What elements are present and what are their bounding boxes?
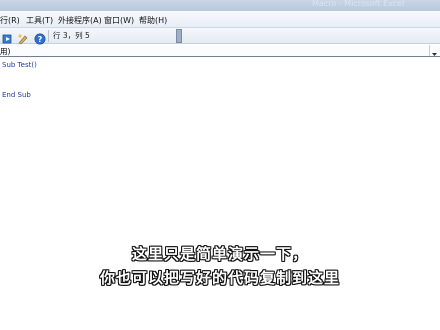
cursor-position: 行 3，列 5 bbox=[53, 31, 90, 40]
run-icon[interactable] bbox=[2, 30, 14, 44]
code-editor[interactable]: Sub Test() End Sub bbox=[0, 58, 440, 330]
menu-item-window[interactable]: 窗口(W) bbox=[104, 15, 134, 26]
code-line[interactable]: End Sub bbox=[2, 91, 31, 99]
svg-text:?: ? bbox=[38, 35, 43, 44]
toolbar-separator bbox=[48, 30, 49, 42]
procedure-combo-dropdown[interactable] bbox=[429, 45, 438, 56]
design-icon[interactable] bbox=[17, 30, 29, 45]
help-icon[interactable]: ? bbox=[34, 30, 46, 45]
video-subtitle-line-2: 你也可以把写好的代码复制到这里 bbox=[99, 269, 340, 287]
toolbar-grip[interactable] bbox=[176, 29, 182, 43]
window-titlebar: Macro - Microsoft Excel bbox=[0, 0, 440, 11]
menu-item-help[interactable]: 帮助(H) bbox=[139, 15, 167, 26]
object-combo[interactable]: 用) bbox=[0, 46, 10, 57]
menu-item-run[interactable]: 行(R) bbox=[0, 15, 20, 26]
menu-item-tools[interactable]: 工具(T) bbox=[26, 15, 53, 26]
menu-bar: 行(R) 工具(T) 外接程序(A) 窗口(W) 帮助(H) bbox=[0, 11, 440, 28]
code-combo-bar: 用) bbox=[0, 45, 440, 57]
standard-toolbar: ? 行 3，列 5 bbox=[0, 28, 440, 45]
code-line[interactable]: Sub Test() bbox=[2, 61, 37, 69]
menu-item-addins[interactable]: 外接程序(A) bbox=[58, 15, 102, 26]
video-subtitle-line-1: 这里只是简单演示一下， bbox=[131, 245, 308, 263]
window-title: Macro - Microsoft Excel bbox=[312, 0, 405, 8]
